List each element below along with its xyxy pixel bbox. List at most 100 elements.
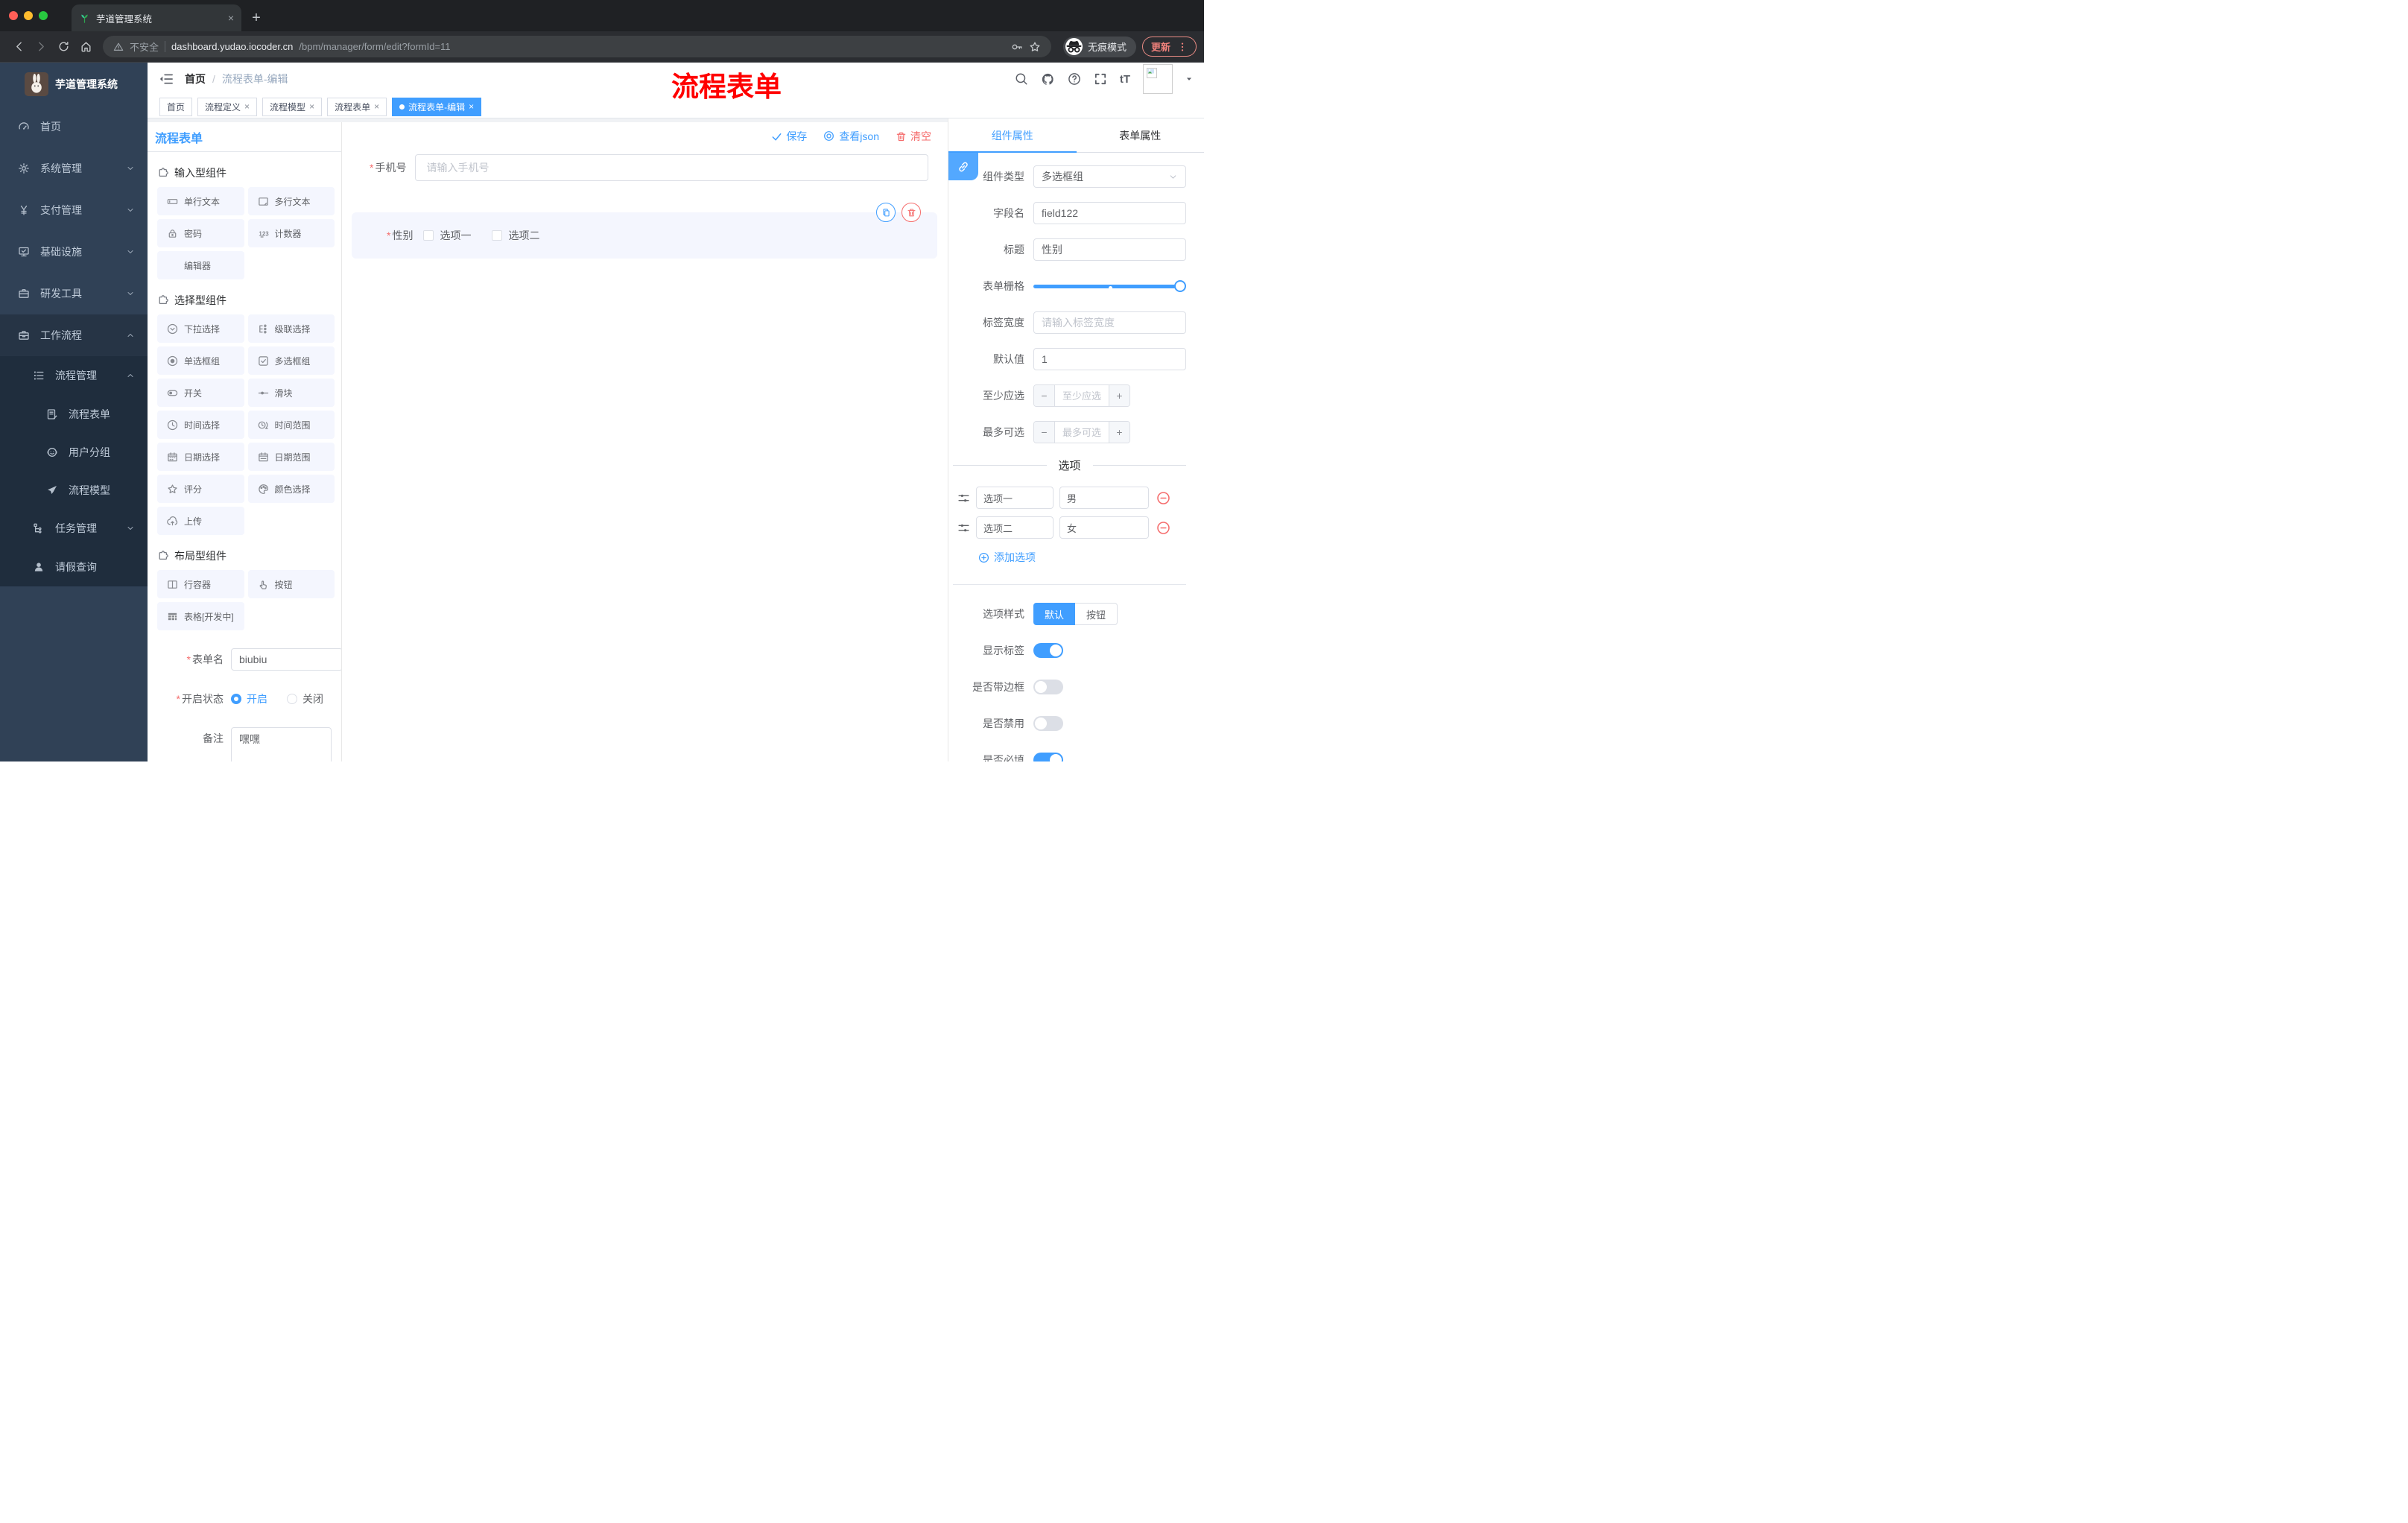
palette-item-多行文本[interactable]: 多行文本 (247, 187, 335, 215)
remark-textarea[interactable]: 嘿嘿 (231, 727, 332, 762)
sidebar-item-用户分组[interactable]: 用户分组 (0, 433, 148, 471)
form-name-input[interactable] (231, 648, 341, 671)
github-icon[interactable] (1041, 72, 1055, 86)
phone-input[interactable]: 请输入手机号 (415, 154, 928, 181)
sidebar-item-系统管理[interactable]: 系统管理 (0, 148, 148, 189)
field-name-input[interactable] (1033, 202, 1186, 224)
show-label-switch[interactable] (1033, 643, 1063, 658)
palette-item-滑块[interactable]: 滑块 (247, 379, 335, 407)
status-on-radio[interactable]: 开启 (231, 691, 267, 706)
minus-icon[interactable]: − (1034, 422, 1055, 443)
tab-component-props[interactable]: 组件属性 (948, 118, 1077, 152)
minus-icon[interactable]: − (1034, 385, 1055, 406)
palette-item-单行文本[interactable]: 单行文本 (157, 187, 244, 215)
palette-item-表格[开发中][interactable]: 表格[开发中] (157, 602, 244, 630)
drag-handle-icon[interactable] (957, 492, 970, 504)
tag-close-icon[interactable]: × (244, 101, 250, 112)
palette-item-按钮[interactable]: 按钮 (247, 570, 335, 598)
tag-流程定义[interactable]: 流程定义 × (197, 97, 258, 116)
key-icon[interactable] (1011, 41, 1023, 53)
option1-value-input[interactable] (1059, 487, 1149, 509)
view-json-button[interactable]: 查看json (823, 129, 879, 144)
back-icon[interactable] (7, 36, 30, 58)
browser-tab[interactable]: 芋道管理系统 × (72, 4, 241, 31)
tag-流程表单[interactable]: 流程表单 × (327, 97, 387, 116)
palette-item-时间范围[interactable]: 时间范围 (247, 411, 335, 439)
browser-update-button[interactable]: 更新 (1141, 37, 1197, 57)
save-button[interactable]: 保存 (771, 129, 807, 144)
copy-component-button[interactable] (876, 203, 896, 222)
title-input[interactable] (1033, 238, 1186, 261)
palette-item-密码[interactable]: 密码 (157, 219, 244, 247)
plus-icon[interactable]: + (1109, 385, 1129, 406)
address-bar[interactable]: 不安全 dashboard.yudao.iocoder.cn/bpm/manag… (103, 36, 1051, 57)
fullscreen-icon[interactable] (1094, 72, 1107, 86)
max-select-input[interactable] (1055, 422, 1109, 443)
tag-流程表单-编辑[interactable]: 流程表单-编辑 × (392, 97, 482, 116)
sidebar-item-流程管理[interactable]: 流程管理 (0, 356, 148, 395)
maximize-window-button[interactable] (39, 11, 48, 20)
palette-item-日期选择[interactable]: 日期选择 (157, 443, 244, 471)
grid-slider[interactable] (1033, 275, 1186, 297)
close-window-button[interactable] (9, 11, 18, 20)
add-option-button[interactable]: 添加选项 (978, 550, 1186, 565)
palette-item-行容器[interactable]: 行容器 (157, 570, 244, 598)
font-size-icon[interactable]: tT (1120, 73, 1130, 86)
collapse-sidebar-icon[interactable] (159, 72, 174, 86)
minimize-window-button[interactable] (24, 11, 33, 20)
search-icon[interactable] (1015, 72, 1028, 86)
sidebar-item-工作流程[interactable]: 工作流程 (0, 314, 148, 356)
palette-item-评分[interactable]: 评分 (157, 475, 244, 503)
default-value-input[interactable] (1033, 348, 1186, 370)
drag-handle-icon[interactable] (957, 522, 970, 534)
remove-option-icon[interactable] (1156, 521, 1170, 535)
window-controls[interactable] (9, 11, 48, 20)
new-tab-button[interactable]: + (246, 7, 267, 28)
option2-value-input[interactable] (1059, 516, 1149, 539)
tab-form-props[interactable]: 表单属性 (1077, 118, 1205, 152)
tag-close-icon[interactable]: × (469, 101, 474, 112)
slider-handle[interactable] (1174, 280, 1186, 292)
palette-item-日期范围[interactable]: 日期范围 (247, 443, 335, 471)
palette-item-单选框组[interactable]: 单选框组 (157, 346, 244, 375)
sidebar-item-任务管理[interactable]: 任务管理 (0, 509, 148, 548)
forward-icon[interactable] (30, 36, 52, 58)
tab-close-icon[interactable]: × (228, 12, 234, 24)
palette-item-计数器[interactable]: 123 计数器 (247, 219, 335, 247)
palette-item-颜色选择[interactable]: 颜色选择 (247, 475, 335, 503)
sidebar-item-流程模型[interactable]: 流程模型 (0, 471, 148, 509)
palette-item-开关[interactable]: 开关 (157, 379, 244, 407)
option1-label-input[interactable] (976, 487, 1054, 509)
palette-item-级联选择[interactable]: 级联选择 (247, 314, 335, 343)
sidebar-item-研发工具[interactable]: 研发工具 (0, 273, 148, 314)
remove-option-icon[interactable] (1156, 491, 1170, 505)
palette-item-上传[interactable]: 上传 (157, 507, 244, 535)
plus-icon[interactable]: + (1109, 422, 1129, 443)
delete-component-button[interactable] (902, 203, 921, 222)
sidebar-item-支付管理[interactable]: 支付管理 (0, 189, 148, 231)
avatar[interactable] (1143, 64, 1173, 94)
reload-icon[interactable] (52, 36, 75, 58)
sidebar-item-首页[interactable]: 首页 (0, 106, 148, 148)
clear-button[interactable]: 清空 (896, 129, 931, 144)
avatar-caret-icon[interactable] (1185, 75, 1193, 83)
gender-option2-checkbox[interactable]: 选项二 (492, 228, 539, 243)
sidebar-item-请假查询[interactable]: 请假查询 (0, 548, 148, 586)
tag-首页[interactable]: 首页 (159, 97, 193, 116)
phone-field-row[interactable]: * 手机号 请输入手机号 (370, 154, 928, 181)
label-width-input[interactable] (1033, 311, 1186, 334)
required-switch[interactable] (1033, 753, 1063, 762)
gender-option1-checkbox[interactable]: 选项一 (423, 228, 471, 243)
tag-close-icon[interactable]: × (309, 101, 314, 112)
sidebar-item-基础设施[interactable]: 基础设施 (0, 231, 148, 273)
option2-label-input[interactable] (976, 516, 1054, 539)
tag-close-icon[interactable]: × (374, 101, 379, 112)
style-default-button[interactable]: 默认 (1033, 603, 1076, 625)
sidebar-item-流程表单[interactable]: 流程表单 (0, 395, 148, 433)
selected-component-gender[interactable]: * 性别 选项一 选项二 (352, 203, 937, 259)
disabled-switch[interactable] (1033, 716, 1063, 731)
link-tab[interactable] (948, 153, 978, 180)
bookmark-star-icon[interactable] (1029, 41, 1041, 53)
palette-item-编辑器[interactable]: 编辑器 (157, 251, 244, 279)
tag-流程模型[interactable]: 流程模型 × (262, 97, 323, 116)
